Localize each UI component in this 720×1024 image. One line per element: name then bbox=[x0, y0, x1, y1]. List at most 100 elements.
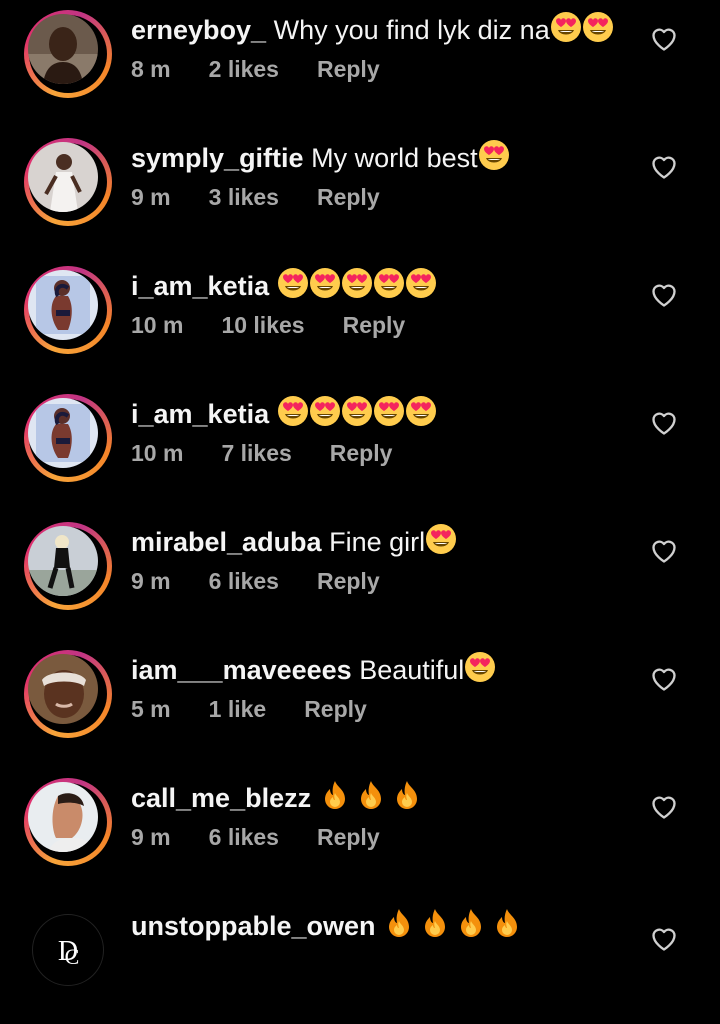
comment-item: mirabel_aduba Fine girl 9 m 6 likes Reply bbox=[0, 512, 720, 640]
heart-eyes-emoji-icon bbox=[277, 396, 308, 426]
comment-username[interactable]: call_me_blezz bbox=[131, 783, 311, 813]
avatar-image bbox=[28, 270, 98, 340]
avatar-image: DC bbox=[32, 914, 104, 986]
comment-item: i_am_ketia 10 m 10 likes Reply bbox=[0, 256, 720, 384]
avatar[interactable] bbox=[24, 266, 112, 354]
avatar-image bbox=[28, 398, 98, 468]
heart-eyes-emoji-icon bbox=[465, 652, 496, 682]
heart-eyes-emoji-icon bbox=[582, 12, 613, 42]
comment-meta: 9 m 6 likes Reply bbox=[131, 820, 418, 854]
avatar[interactable] bbox=[24, 778, 112, 866]
fire-emoji-icon bbox=[461, 909, 482, 937]
reply-button[interactable]: Reply bbox=[317, 568, 380, 594]
comment-time: 5 m bbox=[131, 696, 171, 722]
heart-eyes-emoji-icon bbox=[309, 268, 340, 298]
comment-username[interactable]: symply_giftie bbox=[131, 143, 304, 173]
comment-likes[interactable]: 2 likes bbox=[209, 56, 279, 82]
comment-username[interactable]: unstoppable_owen bbox=[131, 911, 376, 941]
comment-meta: 9 m 3 likes Reply bbox=[131, 180, 418, 214]
like-heart-icon[interactable] bbox=[650, 154, 678, 180]
comment-time: 10 m bbox=[131, 312, 184, 338]
fire-emoji-icon bbox=[360, 781, 381, 809]
comment-item: i_am_ketia 10 m 7 likes Reply bbox=[0, 384, 720, 512]
comment-text: My world best bbox=[311, 143, 478, 173]
comment-username[interactable]: iam___maveeees bbox=[131, 655, 352, 685]
reply-button[interactable]: Reply bbox=[317, 56, 380, 82]
comment-likes[interactable]: 7 likes bbox=[221, 440, 291, 466]
comment-text: Beautiful bbox=[359, 655, 465, 685]
comment-body: i_am_ketia bbox=[131, 266, 437, 306]
like-heart-icon[interactable] bbox=[650, 282, 678, 308]
comment-body: symply_giftie My world best bbox=[131, 138, 510, 178]
heart-eyes-emoji-icon bbox=[405, 396, 436, 426]
fire-emoji-icon bbox=[425, 909, 446, 937]
comment-likes[interactable]: 1 like bbox=[209, 696, 267, 722]
avatar-image bbox=[28, 14, 98, 84]
comment-time: 8 m bbox=[131, 56, 171, 82]
heart-eyes-emoji-icon bbox=[341, 268, 372, 298]
like-heart-icon[interactable] bbox=[650, 794, 678, 820]
heart-eyes-emoji-icon bbox=[373, 268, 404, 298]
avatar[interactable]: DC bbox=[24, 906, 112, 994]
comment-likes[interactable]: 6 likes bbox=[209, 824, 279, 850]
comment-username[interactable]: i_am_ketia bbox=[131, 271, 269, 301]
svg-text:C: C bbox=[65, 944, 80, 969]
reply-button[interactable]: Reply bbox=[343, 312, 406, 338]
reply-button[interactable]: Reply bbox=[330, 440, 393, 466]
comment-username[interactable]: erneyboy_ bbox=[131, 15, 266, 45]
avatar[interactable] bbox=[24, 522, 112, 610]
like-heart-icon[interactable] bbox=[650, 410, 678, 436]
comment-text: Why you find lyk diz na bbox=[273, 15, 550, 45]
comment-username[interactable]: mirabel_aduba bbox=[131, 527, 322, 557]
comment-body: i_am_ketia bbox=[131, 394, 437, 434]
like-heart-icon[interactable] bbox=[650, 666, 678, 692]
fire-emoji-icon bbox=[324, 781, 345, 809]
reply-button[interactable]: Reply bbox=[317, 824, 380, 850]
avatar-image bbox=[28, 782, 98, 852]
avatar-image bbox=[28, 142, 98, 212]
heart-eyes-emoji-icon bbox=[309, 396, 340, 426]
comment-meta: 9 m 6 likes Reply bbox=[131, 564, 418, 598]
comment-likes[interactable]: 10 likes bbox=[221, 312, 304, 338]
heart-eyes-emoji-icon bbox=[426, 524, 457, 554]
like-heart-icon[interactable] bbox=[650, 538, 678, 564]
reply-button[interactable]: Reply bbox=[304, 696, 367, 722]
heart-eyes-emoji-icon bbox=[405, 268, 436, 298]
comment-item: symply_giftie My world best 9 m 3 likes Rep… bbox=[0, 128, 720, 256]
fire-emoji-icon bbox=[389, 909, 410, 937]
fire-emoji-icon bbox=[497, 909, 518, 937]
comment-meta: 10 m 10 likes Reply bbox=[131, 308, 443, 342]
comment-item: erneyboy_ Why you find lyk diz na 8 m 2 li… bbox=[0, 0, 720, 128]
comment-time: 10 m bbox=[131, 440, 184, 466]
heart-eyes-emoji-icon bbox=[277, 268, 308, 298]
comment-time: 9 m bbox=[131, 824, 171, 850]
heart-eyes-emoji-icon bbox=[373, 396, 404, 426]
avatar[interactable] bbox=[24, 394, 112, 482]
comment-body: erneyboy_ Why you find lyk diz na bbox=[131, 10, 614, 50]
comment-item: call_me_blezz 9 m 6 likes Reply bbox=[0, 768, 720, 896]
comment-body: call_me_blezz bbox=[131, 778, 427, 818]
heart-eyes-emoji-icon bbox=[550, 12, 581, 42]
heart-eyes-emoji-icon bbox=[478, 140, 509, 170]
avatar[interactable] bbox=[24, 650, 112, 738]
like-heart-icon[interactable] bbox=[650, 26, 678, 52]
comment-meta: 5 m 1 like Reply bbox=[131, 692, 405, 726]
comment-likes[interactable]: 6 likes bbox=[209, 568, 279, 594]
comment-text: Fine girl bbox=[329, 527, 426, 557]
comment-likes[interactable]: 3 likes bbox=[209, 184, 279, 210]
comment-item: D C unstoppable_owen bbox=[0, 896, 720, 1024]
like-heart-icon[interactable] bbox=[650, 926, 678, 952]
comment-body: iam___maveeees Beautiful bbox=[131, 650, 496, 690]
fire-emoji-icon bbox=[396, 781, 417, 809]
comment-body: unstoppable_owen bbox=[131, 906, 527, 946]
reply-button[interactable]: Reply bbox=[317, 184, 380, 210]
comment-time: 9 m bbox=[131, 568, 171, 594]
avatar-image bbox=[28, 654, 98, 724]
comment-username[interactable]: i_am_ketia bbox=[131, 399, 269, 429]
comment-time: 9 m bbox=[131, 184, 171, 210]
heart-eyes-emoji-icon bbox=[341, 396, 372, 426]
avatar[interactable] bbox=[24, 138, 112, 226]
comment-meta: 10 m 7 likes Reply bbox=[131, 436, 430, 470]
avatar[interactable] bbox=[24, 10, 112, 98]
avatar-image bbox=[28, 526, 98, 596]
